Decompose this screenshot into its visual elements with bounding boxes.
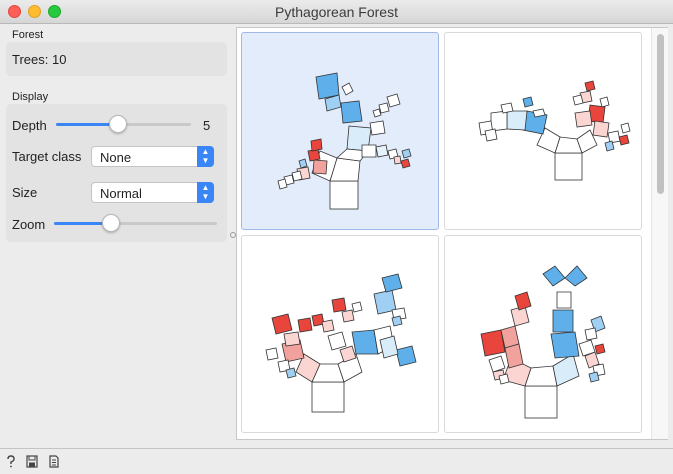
pythagorean-tree — [480, 265, 606, 419]
scrollbar-thumb[interactable] — [657, 34, 664, 194]
target-class-label: Target class — [12, 149, 82, 164]
pythagorean-tree — [478, 80, 631, 181]
depth-label: Depth — [12, 118, 47, 133]
pythagorean-tree — [265, 273, 417, 413]
save-icon[interactable] — [26, 455, 38, 468]
title-bar: Pythagorean Forest — [0, 0, 673, 24]
zoom-slider-handle[interactable] — [102, 214, 120, 232]
status-bar — [0, 448, 673, 474]
control-sidebar: Forest Trees: 10 Display Depth 5 Target … — [0, 24, 233, 448]
tree-cell[interactable] — [241, 235, 439, 433]
app-window: Pythagorean Forest Forest Trees: 10 Disp… — [0, 0, 673, 474]
report-icon[interactable] — [48, 455, 60, 468]
size-value: Normal — [100, 186, 142, 201]
tree-cell[interactable] — [444, 32, 642, 230]
size-select[interactable]: Normal ▲ ▼ — [91, 182, 214, 203]
target-class-value: None — [100, 150, 132, 165]
target-class-select[interactable]: None ▲ ▼ — [91, 146, 214, 167]
tree-cell[interactable] — [241, 32, 439, 230]
pythagorean-tree — [277, 72, 412, 210]
chevron-updown-icon: ▲ ▼ — [197, 146, 214, 167]
zoom-slider[interactable] — [54, 214, 217, 232]
forest-box: Trees: 10 — [6, 42, 227, 76]
chevron-updown-icon: ▲ ▼ — [197, 182, 214, 203]
zoom-label: Zoom — [12, 217, 46, 232]
tree-cell[interactable] — [444, 235, 642, 433]
depth-slider[interactable] — [56, 115, 191, 133]
forest-section-label: Forest — [12, 29, 44, 41]
display-box: Depth 5 Target class None ▲ ▼ Size Normal… — [6, 104, 227, 242]
depth-slider-handle[interactable] — [109, 115, 127, 133]
depth-value: 5 — [203, 118, 211, 133]
window-title: Pythagorean Forest — [275, 4, 398, 20]
size-label: Size — [12, 185, 38, 200]
display-section-label: Display — [12, 91, 49, 103]
tree-grid — [236, 27, 668, 440]
help-icon[interactable] — [5, 455, 17, 468]
trees-count: Trees: 10 — [12, 52, 67, 67]
vertical-scrollbar[interactable] — [651, 28, 668, 439]
